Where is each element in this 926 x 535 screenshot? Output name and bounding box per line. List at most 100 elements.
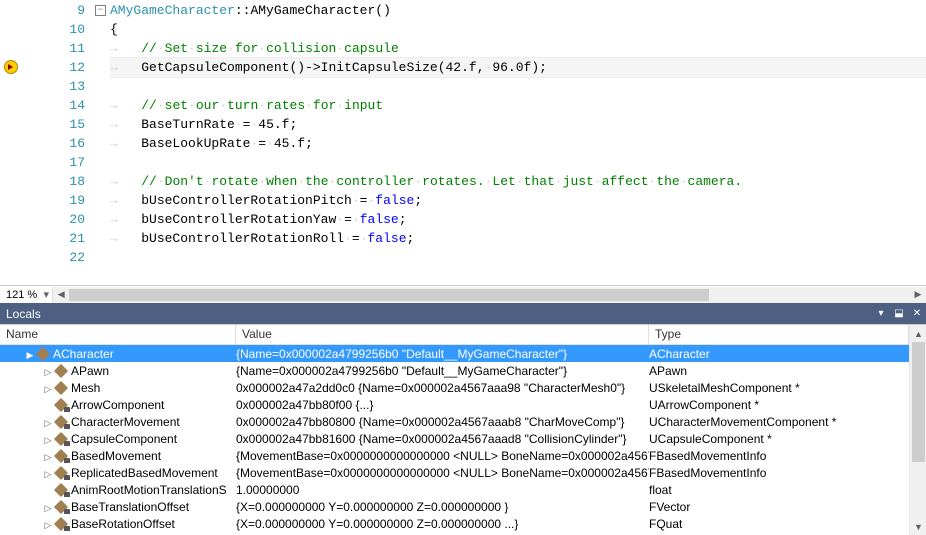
code-line[interactable]: → bUseControllerRotationYaw·=·false;: [110, 210, 926, 229]
expand-toggle-icon[interactable]: ▷: [42, 367, 54, 378]
line-number: 17: [35, 153, 85, 172]
variable-name: BasedMovement: [71, 449, 161, 463]
vscroll-thumb[interactable]: [912, 342, 925, 462]
code-line[interactable]: → //·Don't·rotate·when·the·controller·ro…: [110, 172, 926, 191]
column-value[interactable]: Value: [236, 325, 649, 344]
column-type[interactable]: Type: [649, 325, 909, 344]
expand-toggle-icon[interactable]: ▷: [42, 435, 54, 446]
variable-row[interactable]: ▶ACharacter{Name=0x000002a4799256b0 "Def…: [0, 345, 909, 362]
breakpoint-gutter[interactable]: [0, 0, 35, 285]
vertical-scrollbar[interactable]: ▲ ▼: [909, 325, 926, 535]
variable-value[interactable]: 0x000002a47bb80f00 {...}: [236, 398, 649, 412]
expand-toggle-icon[interactable]: ▶: [24, 350, 36, 361]
variable-value[interactable]: {MovementBase=0x0000000000000000 <NULL> …: [236, 449, 649, 463]
variable-value[interactable]: 0x000002a47a2dd0c0 {Name=0x000002a4567aa…: [236, 381, 649, 395]
locals-grid[interactable]: Name Value Type ▶ACharacter{Name=0x00000…: [0, 324, 926, 535]
variable-name: BaseRotationOffset: [71, 517, 175, 531]
variable-icon: [54, 365, 68, 377]
code-line[interactable]: {: [110, 20, 926, 39]
variable-row[interactable]: ▷ BaseTranslationOffset {X=0.000000000 Y=0…: [0, 498, 909, 515]
variable-row[interactable]: ▷ CharacterMovement 0x000002a47bb80800 {Na…: [0, 413, 909, 430]
variable-row[interactable]: ▷ BasedMovement {MovementBase=0x0000000000…: [0, 447, 909, 464]
variable-value[interactable]: {Name=0x000002a4799256b0 "Default__MyGam…: [236, 347, 649, 361]
variable-value[interactable]: 0x000002a47bb81600 {Name=0x000002a4567aa…: [236, 432, 649, 446]
code-editor[interactable]: 910111213141516171819202122 − AMyGameCha…: [0, 0, 926, 285]
editor-status-bar: 121 % ▾ ◀ ▶: [0, 285, 926, 303]
line-number: 14: [35, 96, 85, 115]
scroll-right-arrow-icon[interactable]: ▶: [910, 287, 926, 303]
variable-type: FBasedMovementInfo: [649, 449, 909, 463]
variable-name: ArrowComponent: [71, 398, 164, 412]
variable-private-icon: [54, 501, 68, 513]
column-name[interactable]: Name: [0, 325, 236, 344]
variable-name: CharacterMovement: [71, 415, 180, 429]
scroll-down-arrow-icon[interactable]: ▼: [910, 518, 926, 535]
code-line[interactable]: [110, 248, 926, 267]
code-line[interactable]: AMyGameCharacter::AMyGameCharacter(): [110, 1, 926, 20]
line-number: 9: [35, 1, 85, 20]
line-number: 20: [35, 210, 85, 229]
fold-column[interactable]: −: [95, 0, 110, 285]
variable-private-icon: [54, 399, 68, 411]
fold-toggle-icon[interactable]: −: [95, 5, 106, 16]
variable-private-icon: [54, 467, 68, 479]
variable-value[interactable]: {Name=0x000002a4799256b0 "Default__MyGam…: [236, 364, 649, 378]
close-icon[interactable]: ✕: [908, 308, 926, 319]
scroll-left-arrow-icon[interactable]: ◀: [53, 287, 69, 303]
expand-toggle-icon[interactable]: ▷: [42, 384, 54, 395]
variable-row[interactable]: ▷APawn{Name=0x000002a4799256b0 "Default_…: [0, 362, 909, 379]
variable-row[interactable]: ▷Mesh0x000002a47a2dd0c0 {Name=0x000002a4…: [0, 379, 909, 396]
expand-toggle-icon[interactable]: ▷: [42, 418, 54, 429]
pin-icon[interactable]: ⬓: [890, 308, 908, 319]
expand-toggle-icon[interactable]: ▷: [42, 503, 54, 514]
variable-type: FQuat: [649, 517, 909, 531]
variable-row[interactable]: ▷ReplicatedBasedMovement{MovementBase=0x…: [0, 464, 909, 481]
line-numbers: 910111213141516171819202122: [35, 0, 95, 285]
line-number: 11: [35, 39, 85, 58]
code-line[interactable]: [110, 77, 926, 96]
code-line[interactable]: → BaseLookUpRate·=·45.f;: [110, 134, 926, 153]
zoom-level: 121 %: [0, 289, 40, 301]
variable-type: ACharacter: [649, 347, 909, 361]
horizontal-scrollbar[interactable]: ◀ ▶: [52, 287, 926, 303]
variable-row[interactable]: ▷ BaseRotationOffset {X=0.000000000 Y=0.00…: [0, 515, 909, 532]
code-line[interactable]: → bUseControllerRotationRoll·=·false;: [110, 229, 926, 248]
code-line[interactable]: → bUseControllerRotationPitch·=·false;: [110, 191, 926, 210]
scroll-thumb[interactable]: [69, 289, 709, 301]
breakpoint-marker-icon[interactable]: [4, 60, 18, 74]
variable-icon: [54, 382, 68, 394]
panel-title: Locals: [6, 307, 872, 321]
variable-value[interactable]: 0x000002a47bb80800 {Name=0x000002a4567aa…: [236, 415, 649, 429]
variable-private-icon: [54, 416, 68, 428]
variable-private-icon: [54, 484, 68, 496]
window-position-icon[interactable]: ▾: [872, 308, 890, 319]
grid-header[interactable]: Name Value Type: [0, 325, 909, 345]
variable-type: UCharacterMovementComponent *: [649, 415, 909, 429]
code-line[interactable]: → GetCapsuleComponent()->InitCapsuleSize…: [110, 57, 926, 78]
variable-name: BaseTranslationOffset: [71, 500, 189, 514]
line-number: 21: [35, 229, 85, 248]
code-content[interactable]: AMyGameCharacter::AMyGameCharacter(){→ /…: [110, 0, 926, 285]
variable-value[interactable]: 1.00000000: [236, 483, 649, 497]
expand-toggle-icon[interactable]: ▷: [42, 469, 54, 480]
variable-type: float: [649, 483, 909, 497]
code-line[interactable]: → BaseTurnRate·=·45.f;: [110, 115, 926, 134]
variable-name: AnimRootMotionTranslationS: [71, 483, 227, 497]
variable-row[interactable]: ▷CapsuleComponent0x000002a47bb81600 {Nam…: [0, 430, 909, 447]
variable-value[interactable]: {X=0.000000000 Y=0.000000000 Z=0.0000000…: [236, 517, 649, 531]
expand-toggle-icon[interactable]: ▷: [42, 520, 54, 531]
expand-toggle-icon[interactable]: ▷: [42, 452, 54, 463]
variable-row[interactable]: ArrowComponent0x000002a47bb80f00 {...}UA…: [0, 396, 909, 413]
code-line[interactable]: [110, 153, 926, 172]
code-line[interactable]: → //·Set·size·for·collision·capsule: [110, 39, 926, 58]
variable-type: UCapsuleComponent *: [649, 432, 909, 446]
variable-row[interactable]: AnimRootMotionTranslationS 1.00000000floa…: [0, 481, 909, 498]
code-line[interactable]: → //·set·our·turn·rates·for·input: [110, 96, 926, 115]
line-number: 18: [35, 172, 85, 191]
scroll-up-arrow-icon[interactable]: ▲: [910, 325, 926, 342]
variable-name: ACharacter: [53, 347, 114, 361]
locals-panel-header[interactable]: Locals ▾ ⬓ ✕: [0, 303, 926, 324]
zoom-dropdown-icon[interactable]: ▾: [40, 288, 52, 301]
variable-value[interactable]: {X=0.000000000 Y=0.000000000 Z=0.0000000…: [236, 500, 649, 514]
variable-value[interactable]: {MovementBase=0x0000000000000000 <NULL> …: [236, 466, 649, 480]
